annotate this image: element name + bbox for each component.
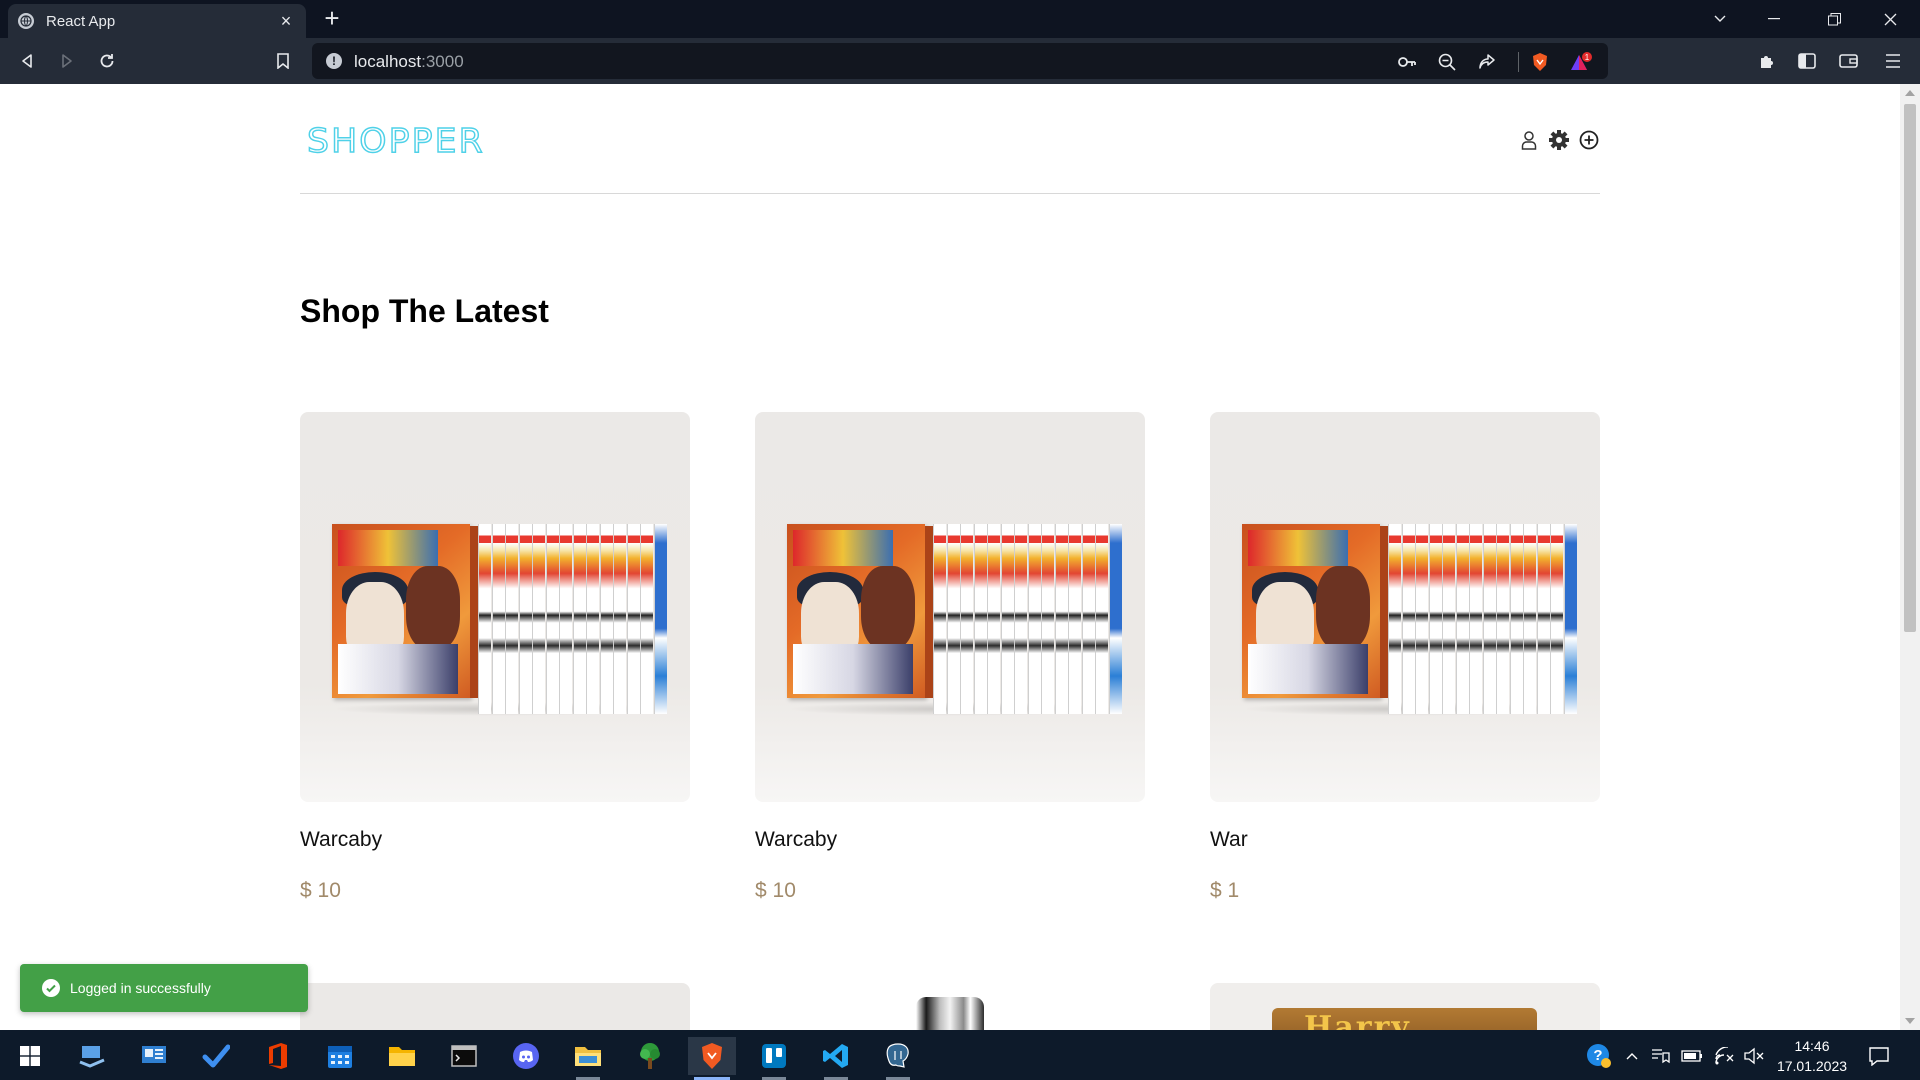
new-tab-button[interactable]: + <box>318 5 346 32</box>
key-icon[interactable] <box>1397 52 1417 72</box>
address-url: localhost:3000 <box>354 52 464 71</box>
browser-tab-strip: React App × + <box>0 0 1920 38</box>
zoom-out-icon[interactable] <box>1437 52 1457 72</box>
toast-message: Logged in successfully <box>70 980 211 996</box>
product-image-partial[interactable]: Harry Potter <box>1210 983 1600 1030</box>
user-icon[interactable] <box>1517 128 1541 152</box>
shopper-logo[interactable]: SHOPPER <box>306 120 485 160</box>
product-name[interactable]: Warcaby <box>300 828 382 852</box>
tree-app-icon[interactable] <box>626 1037 674 1075</box>
reload-icon[interactable] <box>94 48 120 74</box>
notifications-icon[interactable] <box>1866 1044 1892 1068</box>
clock-time: 14:46 <box>1794 1038 1830 1054</box>
product-card[interactable]: Warcaby $ 10 <box>300 412 690 902</box>
manga-box-set-image <box>332 524 667 716</box>
file-explorer-icon[interactable] <box>378 1037 426 1075</box>
gear-icon[interactable] <box>1547 128 1571 152</box>
task-view-icon[interactable] <box>68 1037 116 1075</box>
product-price: $ 10 <box>300 879 341 902</box>
terminal-icon[interactable] <box>440 1037 488 1075</box>
product-card[interactable]: Warcaby $ 10 <box>755 412 1145 902</box>
add-circle-icon[interactable] <box>1577 128 1601 152</box>
share-icon[interactable] <box>1477 52 1497 72</box>
control-panel-icon[interactable] <box>130 1037 178 1075</box>
product-image-partial[interactable] <box>755 983 1145 1030</box>
product-name[interactable]: Warcaby <box>755 828 837 852</box>
brave-browser-icon[interactable] <box>688 1037 736 1080</box>
svg-text:?: ? <box>1593 1047 1602 1064</box>
product-image[interactable] <box>300 412 690 802</box>
show-hidden-icons-icon[interactable] <box>1622 1044 1642 1068</box>
section-title: Shop The Latest <box>300 293 549 329</box>
product-image[interactable] <box>755 412 1145 802</box>
address-bar[interactable]: ! localhost:3000 1 <box>312 43 1608 79</box>
product-price: $ 1 <box>1210 879 1240 902</box>
wifi-icon[interactable] <box>1712 1044 1736 1068</box>
success-toast[interactable]: Logged in successfully <box>20 964 308 1012</box>
site-info-icon[interactable]: ! <box>326 53 342 69</box>
check-circle-icon <box>42 979 60 997</box>
help-icon[interactable]: ? <box>1582 1044 1616 1068</box>
office-icon[interactable] <box>254 1037 302 1075</box>
close-window-button[interactable] <box>1868 0 1912 38</box>
todo-icon[interactable] <box>192 1037 240 1075</box>
manga-box-set-image <box>1242 524 1577 716</box>
taskbar-clock[interactable]: 14:46 17.01.2023 <box>1772 1036 1852 1076</box>
back-icon[interactable] <box>14 48 40 74</box>
scroll-thumb[interactable] <box>1904 104 1916 632</box>
header-divider <box>300 193 1600 194</box>
menu-icon[interactable] <box>1882 50 1904 72</box>
volume-muted-icon[interactable] <box>1742 1044 1766 1068</box>
restore-button[interactable] <box>1812 0 1856 38</box>
page-scrollbar[interactable] <box>1900 84 1920 1030</box>
windows-start-icon[interactable] <box>6 1037 54 1075</box>
product-card[interactable]: War $ 1 <box>1210 412 1600 902</box>
book-cover-image: Harry Potter <box>1272 1008 1537 1030</box>
scroll-up-arrow[interactable] <box>1905 90 1915 96</box>
tab-title: React App <box>46 12 116 30</box>
brave-rewards-icon[interactable]: 1 <box>1568 52 1594 72</box>
battery-icon[interactable] <box>1680 1044 1704 1068</box>
globe-icon <box>18 13 34 29</box>
sidebar-icon[interactable] <box>1796 50 1818 72</box>
browser-tab[interactable]: React App × <box>8 4 306 38</box>
product-image[interactable] <box>1210 412 1600 802</box>
tab-search-icon[interactable] <box>1698 0 1742 38</box>
manga-box-set-image <box>787 524 1122 716</box>
minimize-button[interactable] <box>1752 0 1796 38</box>
vscode-icon[interactable] <box>812 1037 860 1080</box>
input-device-icon[interactable] <box>1648 1044 1672 1068</box>
scroll-down-arrow[interactable] <box>1905 1018 1915 1024</box>
bottle-image <box>916 997 984 1030</box>
wallet-icon[interactable] <box>1838 50 1860 72</box>
postgres-icon[interactable] <box>874 1037 922 1080</box>
clock-date: 17.01.2023 <box>1776 1058 1848 1074</box>
calendar-icon[interactable] <box>316 1037 364 1075</box>
discord-icon[interactable] <box>502 1037 550 1075</box>
windows-taskbar: ? <box>0 1030 1920 1080</box>
extensions-puzzle-icon[interactable] <box>1756 50 1778 72</box>
page-viewport: SHOPPER Shop The Latest Warcaby $ 10 War… <box>0 84 1900 1030</box>
svg-text:1: 1 <box>1585 53 1590 62</box>
omnibox-separator <box>1518 52 1519 72</box>
browser-toolbar: ! localhost:3000 1 <box>0 38 1920 84</box>
product-image-partial[interactable] <box>300 983 690 1030</box>
product-price: $ 10 <box>755 879 796 902</box>
tab-close-icon[interactable]: × <box>276 11 296 32</box>
folder-icon[interactable] <box>564 1037 612 1080</box>
bookmark-icon[interactable] <box>270 48 296 74</box>
product-name[interactable]: War <box>1210 828 1248 852</box>
forward-icon[interactable] <box>54 48 80 74</box>
trello-icon[interactable] <box>750 1037 798 1080</box>
brave-shields-icon[interactable] <box>1530 52 1550 72</box>
